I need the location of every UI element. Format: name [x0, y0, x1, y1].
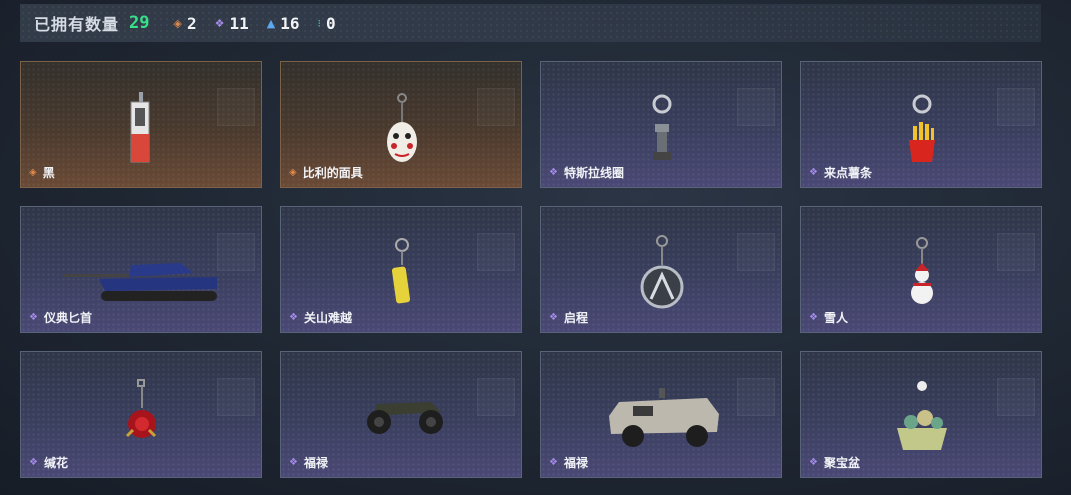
item-label: ❖ 福禄: [549, 454, 588, 471]
rarity-icon: ❖: [549, 167, 558, 178]
item-grid: ◈ 黑 ◈ 比利的面具 ❖ 特斯拉线圈 ❖ 来点薯条 ❖ 仪典匕首 ❖ 关山难越…: [20, 61, 1042, 478]
rarity-count: 11: [229, 13, 249, 33]
item-name: 缄花: [43, 456, 68, 470]
rarity-icon: ❖: [289, 312, 298, 323]
item-name: 关山难越: [303, 311, 352, 325]
rarity-icon: ❖: [809, 457, 818, 468]
rarity-icon: ◈: [29, 167, 37, 178]
rarity-count: 2: [186, 13, 197, 33]
owned-count-label: 已拥有数量: [34, 15, 120, 34]
rarity-icon: ❖: [29, 312, 38, 323]
item-card[interactable]: ◈ 比利的面具: [280, 61, 522, 188]
item-name: 聚宝盆: [823, 456, 860, 470]
rarity-icon: ❖: [29, 457, 38, 468]
item-name: 福禄: [303, 456, 328, 470]
rarity-icon: ❖: [809, 167, 818, 178]
item-label: ❖ 缄花: [29, 454, 68, 471]
item-card[interactable]: ◈ 黑: [20, 61, 262, 188]
owned-count-value: 29: [129, 13, 150, 33]
rarity-icon: ❖: [549, 312, 558, 323]
blue-rarity-icon: ▲: [266, 16, 276, 30]
rarity-count: 0: [325, 13, 336, 33]
item-label: ❖ 仪典匕首: [29, 309, 92, 326]
item-label: ❖ 启程: [549, 309, 588, 326]
item-card[interactable]: ❖ 关山难越: [280, 206, 522, 333]
orange-rarity-icon: ◈: [173, 16, 182, 30]
rarity-stat-blue: ▲ 16: [267, 14, 300, 33]
item-name: 启程: [563, 311, 588, 325]
item-name: 比利的面具: [302, 166, 363, 180]
item-card[interactable]: ❖ 雪人: [800, 206, 1042, 333]
item-label: ◈ 比利的面具: [289, 164, 363, 181]
item-label: ◈ 黑: [29, 164, 55, 181]
green-rarity-icon: ⁝: [317, 16, 321, 30]
item-name: 来点薯条: [823, 166, 872, 180]
item-name: 仪典匕首: [43, 311, 92, 325]
item-label: ❖ 福禄: [289, 454, 328, 471]
rarity-icon: ❖: [289, 457, 298, 468]
rarity-icon: ❖: [809, 312, 818, 323]
rarity-icon: ◈: [289, 167, 297, 178]
item-card[interactable]: ❖ 缄花: [20, 351, 262, 478]
rarity-icon: ❖: [549, 457, 558, 468]
item-card[interactable]: ❖ 仪典匕首: [20, 206, 262, 333]
item-card[interactable]: ❖ 特斯拉线圈: [540, 61, 782, 188]
item-card[interactable]: ❖ 聚宝盆: [800, 351, 1042, 478]
item-name: 特斯拉线圈: [563, 166, 624, 180]
item-label: ❖ 特斯拉线圈: [549, 164, 624, 181]
rarity-count: 16: [280, 13, 300, 33]
item-name: 黑: [42, 166, 55, 180]
item-label: ❖ 聚宝盆: [809, 454, 860, 471]
item-name: 雪人: [823, 311, 848, 325]
item-label: ❖ 来点薯条: [809, 164, 872, 181]
item-name: 福禄: [563, 456, 588, 470]
item-card[interactable]: ❖ 启程: [540, 206, 782, 333]
purple-rarity-icon: ❖: [214, 16, 225, 30]
rarity-stat-purple: ❖ 11: [215, 14, 249, 33]
rarity-stat-orange: ◈ 2: [174, 14, 197, 33]
item-label: ❖ 关山难越: [289, 309, 352, 326]
item-card[interactable]: ❖ 来点薯条: [800, 61, 1042, 188]
item-label: ❖ 雪人: [809, 309, 848, 326]
rarity-stat-green: ⁝ 0: [317, 14, 335, 33]
charm-lighter-icon: [130, 92, 150, 163]
collection-summary-bar: 已拥有数量 29 ◈ 2 ❖ 11 ▲ 16 ⁝ 0: [20, 4, 1041, 42]
item-card[interactable]: ❖ 福禄: [540, 351, 782, 478]
item-card[interactable]: ❖ 福禄: [280, 351, 522, 478]
